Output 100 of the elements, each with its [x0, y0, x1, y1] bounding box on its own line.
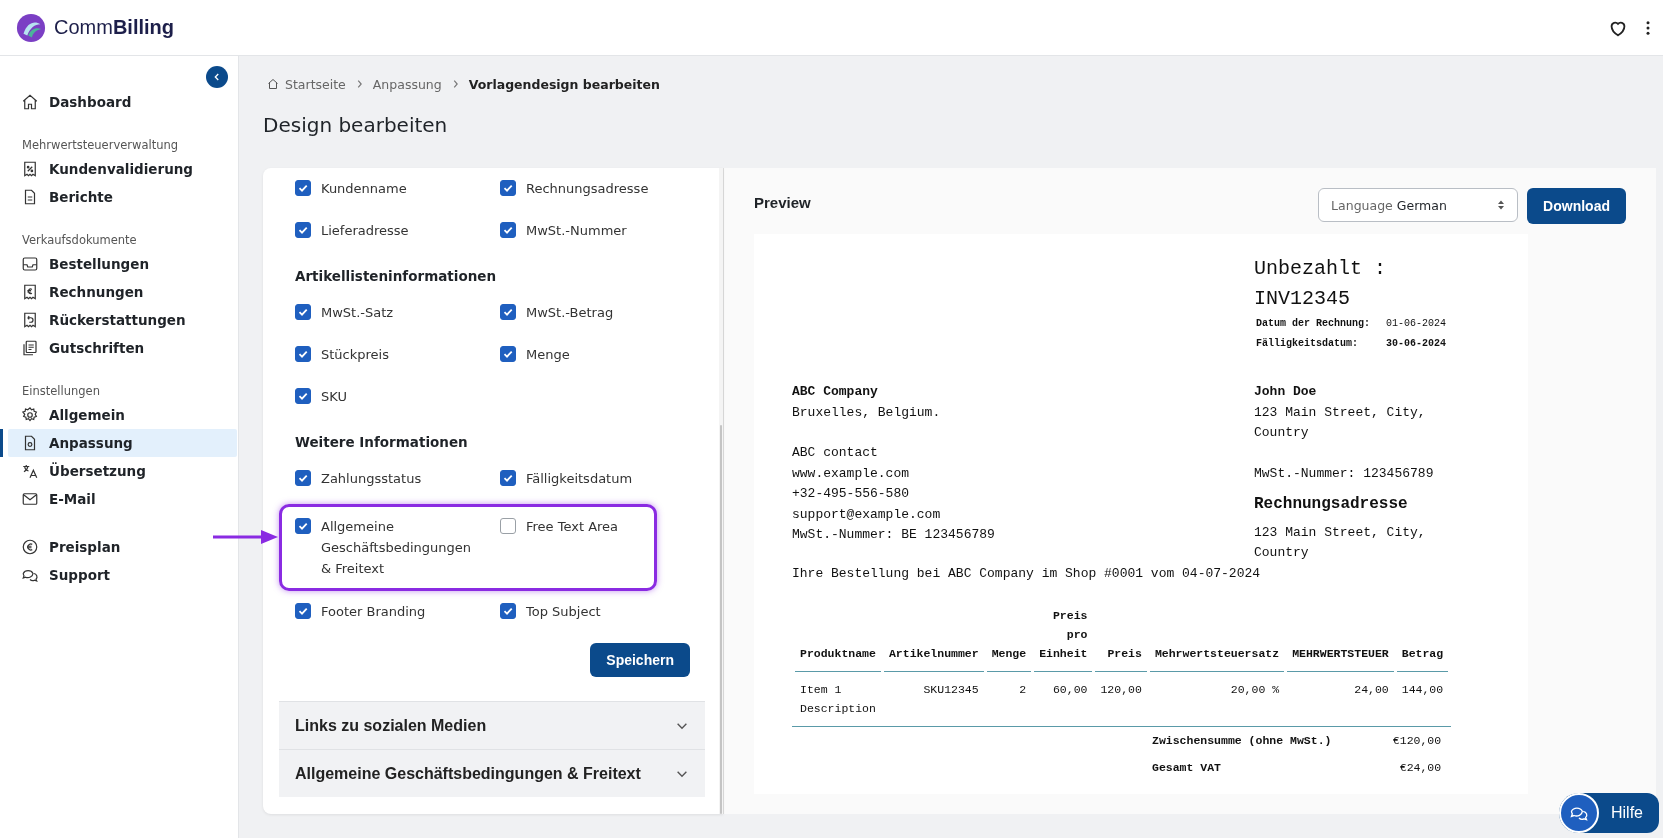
- option-label[interactable]: Footer Branding: [295, 601, 500, 627]
- option-label[interactable]: MwSt.-Nummer: [500, 220, 705, 246]
- checkbox[interactable]: [500, 603, 516, 619]
- invoice-number: INV12345: [1254, 286, 1351, 312]
- checkbox[interactable]: [295, 346, 311, 362]
- option-label[interactable]: Fälligkeitsdatum: [500, 468, 705, 494]
- checkmark-icon: [297, 182, 309, 194]
- option-label[interactable]: Lieferadresse: [295, 220, 500, 246]
- column-header: Artikelnummer: [883, 606, 984, 672]
- company-address: Bruxelles, Belgium.: [792, 403, 942, 422]
- sidebar-item[interactable]: Bestellungen: [0, 250, 237, 278]
- checkmark-icon: [297, 348, 309, 360]
- sidebar-item[interactable]: Berichte: [0, 183, 237, 211]
- sidebar-item[interactable]: Rückerstattungen: [0, 306, 237, 334]
- order-line: Ihre Bestellung bei ABC Company im Shop #0001 vom 04-07-2024: [792, 564, 1262, 583]
- section-heading: Weitere Informationen: [295, 433, 469, 452]
- option-label[interactable]: Rechnungsadresse: [500, 178, 705, 204]
- total-value: €120,00: [1392, 733, 1442, 749]
- meta-value: 30-06-2024: [1386, 337, 1446, 351]
- sidebar-item[interactable]: Kundenvalidierung: [0, 155, 237, 183]
- option-label[interactable]: Kundenname: [295, 178, 500, 204]
- breadcrumb-link[interactable]: Anpassung: [372, 76, 442, 92]
- home-icon: [21, 93, 39, 111]
- checkbox[interactable]: [295, 518, 311, 534]
- billing-address: 123 Main Street, City, Country: [1254, 523, 1427, 562]
- scrollbar[interactable]: [719, 168, 723, 814]
- checkmark-icon: [502, 472, 514, 484]
- translate-icon: [21, 462, 39, 480]
- sidebar-item[interactable]: Preisplan: [0, 533, 237, 561]
- checkmark-icon: [297, 472, 309, 484]
- accordion-header[interactable]: Links zu sozialen Medien: [279, 701, 705, 749]
- checkbox[interactable]: [500, 346, 516, 362]
- column-header: Menge: [986, 606, 1032, 672]
- checkmark-icon: [297, 605, 309, 617]
- gear-icon: [21, 406, 39, 424]
- column-header: MEHRWERTSTEUER: [1287, 606, 1394, 672]
- checkmark-icon: [502, 306, 514, 318]
- logo-icon: [16, 12, 46, 43]
- percent-icon: [21, 160, 39, 178]
- checkbox[interactable]: [295, 470, 311, 486]
- checkbox[interactable]: [500, 470, 516, 486]
- company-name: ABC Company: [792, 383, 879, 401]
- mail-icon: [21, 490, 39, 508]
- checkbox[interactable]: [295, 603, 311, 619]
- checkbox[interactable]: [295, 222, 311, 238]
- sort-arrows-icon: [1497, 199, 1506, 211]
- pointer-arrow: [213, 529, 279, 545]
- checkbox[interactable]: [500, 180, 516, 196]
- table-cell-text: 120,00: [1099, 682, 1143, 698]
- option-label[interactable]: Zahlungsstatus: [295, 468, 500, 494]
- checkmark-icon: [502, 348, 514, 360]
- sidebar-item[interactable]: Rechnungen: [0, 278, 237, 306]
- option-label[interactable]: MwSt.-Betrag: [500, 302, 705, 328]
- total-value: €24,00: [1399, 760, 1442, 776]
- save-button[interactable]: Speichern: [590, 643, 690, 677]
- help-button[interactable]: Hilfe: [1559, 793, 1659, 833]
- download-button[interactable]: Download: [1527, 188, 1626, 224]
- sidebar-item[interactable]: Gutschriften: [0, 334, 237, 362]
- contact-line: support@example.com: [792, 505, 942, 524]
- checkbox[interactable]: [500, 304, 516, 320]
- language-select[interactable]: Language German: [1318, 188, 1519, 222]
- checkbox[interactable]: [500, 222, 516, 238]
- table-cell-text: 24,00: [1353, 682, 1390, 698]
- meta-label: Fälligkeitsdatum:: [1256, 337, 1360, 351]
- checkbox[interactable]: [295, 388, 311, 404]
- option-label[interactable]: Stückpreis: [295, 344, 500, 370]
- option-label[interactable]: MwSt.-Satz: [295, 302, 500, 328]
- table-cell-text: 20,00 %: [1229, 682, 1281, 698]
- breadcrumb-link[interactable]: Startseite: [285, 76, 346, 92]
- section-heading: Artikellisteninformationen: [295, 267, 498, 286]
- sidebar-heading: Mehrwertsteuerverwaltung: [21, 137, 180, 154]
- checkmark-icon: [502, 605, 514, 617]
- option-label[interactable]: Menge: [500, 344, 705, 370]
- brand-name: CommBilling: [54, 16, 174, 39]
- table-cell-text: 60,00: [1051, 682, 1089, 698]
- checkbox[interactable]: [295, 180, 311, 196]
- column-header: Produktname: [795, 606, 881, 672]
- checkbox[interactable]: [500, 518, 516, 534]
- home-icon: [267, 78, 279, 90]
- accordion-header[interactable]: Allgemeine Geschäftsbedingungen & Freitext: [279, 749, 705, 797]
- sidebar-item[interactable]: Dashboard: [0, 88, 237, 116]
- column-header: Preis pro Einheit: [1034, 606, 1093, 672]
- checkmark-icon: [297, 520, 309, 532]
- option-label[interactable]: Free Text Area: [500, 516, 705, 579]
- checkmark-icon: [502, 182, 514, 194]
- collapse-sidebar-button[interactable]: [206, 66, 228, 88]
- option-label[interactable]: Top Subject: [500, 601, 705, 627]
- checkbox[interactable]: [295, 304, 311, 320]
- more-menu-icon[interactable]: [1645, 18, 1651, 37]
- checkmark-icon: [297, 390, 309, 402]
- sidebar-item[interactable]: Allgemein: [0, 401, 237, 429]
- customer-name: John Doe: [1254, 383, 1318, 401]
- chevron-right-icon: [451, 79, 459, 89]
- option-label[interactable]: Allgemeine Geschäftsbedingungen & Freitext: [295, 516, 500, 579]
- option-label[interactable]: SKU: [295, 386, 500, 412]
- sidebar-item[interactable]: Support: [0, 561, 237, 589]
- sidebar-item[interactable]: E-Mail: [0, 485, 237, 513]
- contact-line: MwSt.-Nummer: BE 123456789: [792, 526, 996, 544]
- preview-title: Preview: [754, 193, 811, 211]
- sidebar-item[interactable]: Übersetzung: [0, 457, 237, 485]
